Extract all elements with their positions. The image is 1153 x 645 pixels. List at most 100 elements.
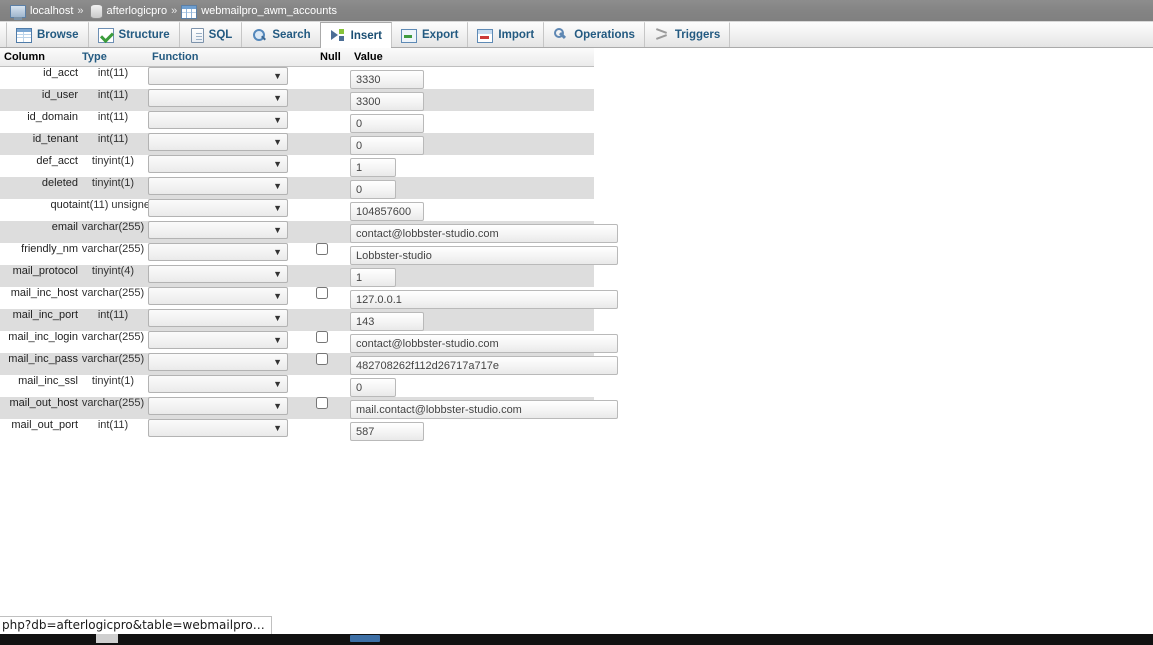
function-select[interactable] <box>148 309 288 327</box>
field-function-cell: ▼ <box>148 265 316 287</box>
table-row: mail_inc_ssl tinyint(1) ▼ <box>0 375 594 397</box>
bottom-system-bar <box>0 634 1153 645</box>
value-input[interactable] <box>350 158 396 177</box>
function-select[interactable] <box>148 199 288 217</box>
tab-export-label: Export <box>422 29 459 41</box>
function-select[interactable] <box>148 155 288 173</box>
function-select-wrapper: ▼ <box>148 155 288 173</box>
value-input[interactable] <box>350 246 618 265</box>
field-value-cell <box>350 243 618 265</box>
function-select[interactable] <box>148 375 288 393</box>
field-function-cell: ▼ <box>148 155 316 177</box>
value-input[interactable] <box>350 224 618 243</box>
field-function-cell: ▼ <box>148 397 316 419</box>
tab-browse[interactable]: Browse <box>6 22 89 47</box>
field-null-cell <box>316 309 350 331</box>
status-bar-link-preview: php?db=afterlogicpro&table=webmailpro_aw… <box>0 616 272 634</box>
scrollbar-thumb[interactable] <box>350 635 380 642</box>
tab-export[interactable]: Export <box>391 22 469 47</box>
field-function-cell: ▼ <box>148 221 316 243</box>
table-row: mail_inc_host varchar(255) ▼ <box>0 287 618 309</box>
null-checkbox[interactable] <box>316 353 328 365</box>
function-select[interactable] <box>148 331 288 349</box>
value-input[interactable] <box>350 92 424 111</box>
breadcrumb-table[interactable]: webmailpro_awm_accounts <box>201 5 337 17</box>
table-row: mail_out_host varchar(255) ▼ <box>0 397 618 419</box>
field-null-cell <box>316 331 350 353</box>
value-input[interactable] <box>350 422 424 441</box>
value-input[interactable] <box>350 202 424 221</box>
field-null-cell <box>316 353 350 375</box>
function-select[interactable] <box>148 265 288 283</box>
function-select[interactable] <box>148 133 288 151</box>
null-checkbox[interactable] <box>316 287 328 299</box>
value-input[interactable] <box>350 400 618 419</box>
field-column-type: varchar(255) <box>78 287 148 309</box>
tab-structure[interactable]: Structure <box>87 22 180 47</box>
table-row: id_acct int(11) ▼ <box>0 66 594 89</box>
function-select[interactable] <box>148 353 288 371</box>
value-input[interactable] <box>350 290 618 309</box>
value-input[interactable] <box>350 312 424 331</box>
breadcrumb-server[interactable]: localhost <box>30 5 73 17</box>
database-icon <box>89 4 103 19</box>
function-select[interactable] <box>148 111 288 129</box>
breadcrumb-database[interactable]: afterlogicpro <box>107 5 168 17</box>
function-select-wrapper: ▼ <box>148 419 288 437</box>
field-value-cell <box>350 287 618 309</box>
export-icon <box>401 29 417 43</box>
field-column-name: mail_out_port <box>0 419 78 441</box>
function-select[interactable] <box>148 89 288 107</box>
function-select[interactable] <box>148 287 288 305</box>
value-input[interactable] <box>350 180 396 199</box>
field-column-type: tinyint(1) <box>78 177 148 199</box>
insert-fields-table: Column Type Function Null Value id_acct i… <box>0 48 618 441</box>
function-select[interactable] <box>148 177 288 195</box>
value-input[interactable] <box>350 334 618 353</box>
tab-search[interactable]: Search <box>241 22 321 47</box>
value-input[interactable] <box>350 70 424 89</box>
browse-icon <box>16 28 32 43</box>
function-select-wrapper: ▼ <box>148 265 288 283</box>
function-select-wrapper: ▼ <box>148 309 288 327</box>
tab-triggers[interactable]: Triggers <box>643 22 731 47</box>
tab-operations[interactable]: Operations <box>543 22 645 47</box>
field-function-cell: ▼ <box>148 89 316 111</box>
tab-structure-label: Structure <box>118 29 170 41</box>
field-function-cell: ▼ <box>148 243 316 265</box>
field-function-cell: ▼ <box>148 419 316 441</box>
function-select[interactable] <box>148 419 288 437</box>
table-row: id_tenant int(11) ▼ <box>0 133 594 155</box>
table-row: friendly_nm varchar(255) ▼ <box>0 243 618 265</box>
tab-sql[interactable]: SQL <box>178 22 243 47</box>
field-value-cell <box>350 66 594 89</box>
function-select[interactable] <box>148 243 288 261</box>
field-column-type: int(11) <box>78 111 148 133</box>
null-checkbox[interactable] <box>316 397 328 409</box>
field-value-cell <box>350 265 594 287</box>
value-input[interactable] <box>350 136 424 155</box>
null-checkbox[interactable] <box>316 331 328 343</box>
field-column-name: deleted <box>0 177 78 199</box>
server-icon <box>10 5 26 20</box>
value-input[interactable] <box>350 356 618 375</box>
field-null-cell <box>316 221 350 243</box>
function-select[interactable] <box>148 397 288 415</box>
field-function-cell: ▼ <box>148 287 316 309</box>
field-value-cell <box>350 177 594 199</box>
function-select-wrapper: ▼ <box>148 133 288 151</box>
field-null-cell <box>316 265 350 287</box>
function-select[interactable] <box>148 221 288 239</box>
null-checkbox[interactable] <box>316 243 328 255</box>
scrollbar-track-left[interactable] <box>96 634 118 643</box>
function-select[interactable] <box>148 67 288 85</box>
field-function-cell: ▼ <box>148 133 316 155</box>
function-select-wrapper: ▼ <box>148 67 288 85</box>
value-input[interactable] <box>350 378 396 397</box>
tab-insert[interactable]: Insert <box>319 22 392 48</box>
value-input[interactable] <box>350 114 424 133</box>
value-input[interactable] <box>350 268 396 287</box>
table-row: mail_inc_pass varchar(255) ▼ <box>0 353 618 375</box>
tab-import[interactable]: Import <box>467 22 545 47</box>
field-value-cell <box>350 397 618 419</box>
